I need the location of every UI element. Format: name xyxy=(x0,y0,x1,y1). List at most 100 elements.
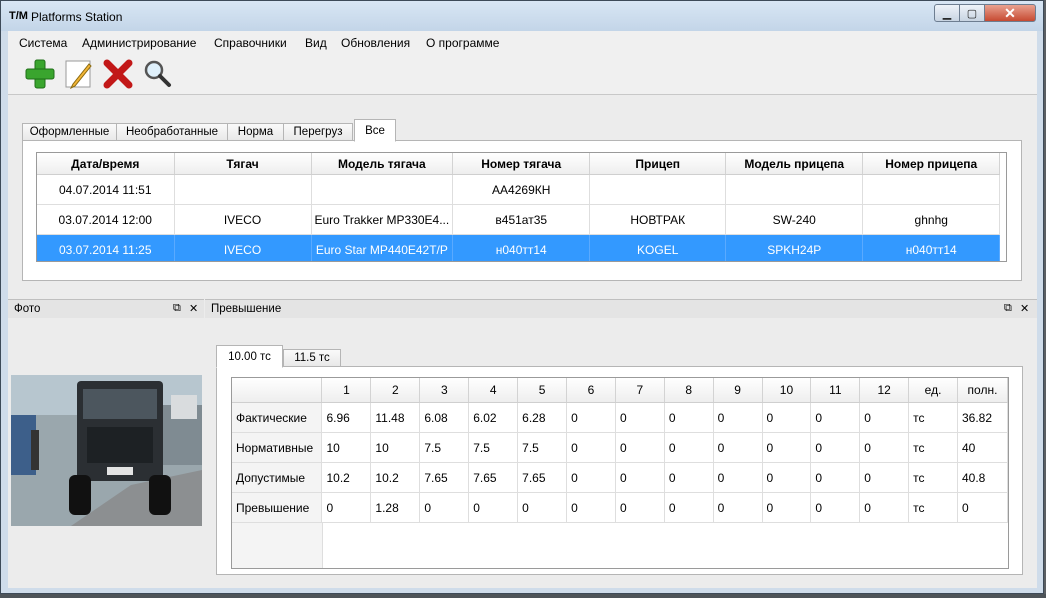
table-row[interactable]: 03.07.2014 11:25 IVECO Euro Star MP440E42T… xyxy=(37,234,1001,261)
close-icon[interactable]: ✕ xyxy=(189,302,198,315)
table-row[interactable]: 03.07.2014 12:00 IVECO Euro Trakker MP330E… xyxy=(37,204,1001,235)
column-header[interactable]: 4 xyxy=(468,378,519,403)
column-header[interactable]: 5 xyxy=(517,378,568,403)
table-row[interactable]: Превышение 0 1.28 0 0 0 0 0 0 0 0 0 0 тс 0 xyxy=(232,492,1008,523)
table-cell: 6.28 xyxy=(517,402,568,433)
menu-system[interactable]: Система xyxy=(19,36,67,50)
column-header[interactable]: 8 xyxy=(664,378,714,403)
column-header[interactable]: 9 xyxy=(713,378,763,403)
table-cell: 6.96 xyxy=(321,402,372,433)
table-cell: 7.65 xyxy=(468,462,519,493)
records-table: Дата/время Тягач Модель тягача Номер тягача… xyxy=(37,153,1001,261)
maximize-button[interactable]: ▢ xyxy=(959,4,985,22)
column-header[interactable]: Модель прицепа xyxy=(725,153,864,175)
delete-button[interactable] xyxy=(102,58,134,90)
toolbar xyxy=(8,54,1037,95)
tab-axle-10[interactable]: 10.00 тс xyxy=(216,345,283,368)
table-row[interactable]: Допустимые 10.2 10.2 7.65 7.65 7.65 0 0 0 0 0 0 0 тс 4… xyxy=(232,462,1008,493)
table-cell: 0 xyxy=(419,492,470,523)
column-header[interactable]: 12 xyxy=(859,378,910,403)
close-icon: ✕ xyxy=(1004,4,1016,21)
menu-updates[interactable]: Обновления xyxy=(341,36,410,50)
measures-table: 1 2 3 4 5 6 7 8 9 10 11 12 ед. полн. Фактические 6.96 1… xyxy=(232,378,1008,523)
table-cell xyxy=(725,174,864,205)
column-header[interactable]: 10 xyxy=(762,378,812,403)
table-cell: 6.08 xyxy=(419,402,470,433)
undock-icon[interactable]: ⧉ xyxy=(173,302,181,315)
tab-processed[interactable]: Оформленные xyxy=(22,123,117,141)
column-header[interactable] xyxy=(232,378,323,403)
menu-administration[interactable]: Администрирование xyxy=(82,36,196,50)
table-cell: 40 xyxy=(957,432,1008,463)
add-button[interactable] xyxy=(24,58,56,90)
table-cell: 0 xyxy=(810,432,861,463)
menu-view[interactable]: Вид xyxy=(305,36,327,50)
column-header[interactable]: полн. xyxy=(957,378,1008,403)
photo-dock-header: Фото ⧉ ✕ xyxy=(8,299,204,318)
menu-references[interactable]: Справочники xyxy=(214,36,287,50)
table-cell: 0 xyxy=(859,462,910,493)
tab-norm[interactable]: Норма xyxy=(227,123,284,141)
table-row[interactable]: Фактические 6.96 11.48 6.08 6.02 6.28 0 0 0 0 0 0 0 т… xyxy=(232,402,1008,433)
column-header[interactable]: 3 xyxy=(419,378,470,403)
table-cell: 03.07.2014 11:25 xyxy=(37,234,175,261)
minimize-icon: ▁ xyxy=(942,7,952,20)
table-cell xyxy=(311,174,454,205)
table-cell: 7.5 xyxy=(468,432,519,463)
table-cell: тс xyxy=(908,462,958,493)
table-cell: 0 xyxy=(615,492,665,523)
search-icon xyxy=(144,60,171,87)
table-row[interactable]: Нормативные 10 10 7.5 7.5 7.5 0 0 0 0 0 0 0 тс 40 xyxy=(232,432,1008,463)
table-cell: 0 xyxy=(762,402,812,433)
column-header[interactable]: 11 xyxy=(810,378,861,403)
table-cell: 04.07.2014 11:51 xyxy=(37,174,175,205)
minimize-button[interactable]: ▁ xyxy=(934,4,960,22)
records-panel: Оформленные Необработанные Норма Перегру… xyxy=(22,119,1022,281)
records-grid: Дата/время Тягач Модель тягача Номер тягача… xyxy=(36,152,1007,262)
column-header[interactable]: ед. xyxy=(908,378,958,403)
column-header[interactable]: Номер тягача xyxy=(452,153,591,175)
column-header[interactable]: Тягач xyxy=(174,153,312,175)
tab-all[interactable]: Все xyxy=(354,119,396,142)
undock-icon[interactable]: ⧉ xyxy=(1004,302,1012,315)
table-cell: 0 xyxy=(468,492,519,523)
column-header[interactable]: 1 xyxy=(321,378,372,403)
table-cell: 0 xyxy=(664,402,714,433)
tab-axle-11-5[interactable]: 11.5 тс xyxy=(283,349,341,367)
add-icon xyxy=(25,59,55,89)
table-cell: 10 xyxy=(321,432,372,463)
column-header[interactable]: 7 xyxy=(615,378,665,403)
photo-dock-title: Фото xyxy=(14,303,41,315)
close-icon[interactable]: ✕ xyxy=(1020,302,1029,315)
table-cell: 1.28 xyxy=(370,492,421,523)
tab-unprocessed[interactable]: Необработанные xyxy=(116,123,228,141)
table-cell: 0 xyxy=(664,462,714,493)
column-header[interactable]: Модель тягача xyxy=(311,153,454,175)
table-cell xyxy=(589,174,727,205)
table-cell: 7.5 xyxy=(419,432,470,463)
table-cell: 11.48 xyxy=(370,402,421,433)
search-button[interactable] xyxy=(141,58,173,90)
table-cell: 0 xyxy=(664,432,714,463)
column-header[interactable]: Дата/время xyxy=(37,153,175,175)
table-cell: 7.5 xyxy=(517,432,568,463)
column-header[interactable]: 2 xyxy=(370,378,421,403)
row-header: Нормативные xyxy=(232,432,323,463)
edit-button[interactable] xyxy=(63,58,95,90)
row-header: Превышение xyxy=(232,492,323,523)
column-header[interactable]: Номер прицепа xyxy=(862,153,1001,175)
table-cell: 0 xyxy=(957,492,1008,523)
column-header[interactable]: Прицеп xyxy=(589,153,727,175)
tab-overload[interactable]: Перегруз xyxy=(283,123,353,141)
table-row[interactable]: 04.07.2014 11:51 АА4269КН xyxy=(37,174,1001,205)
row-header-filler xyxy=(232,523,323,568)
close-window-button[interactable]: ✕ xyxy=(984,4,1036,22)
table-cell: 0 xyxy=(762,492,812,523)
menu-about[interactable]: О программе xyxy=(426,36,499,50)
table-cell: 36.82 xyxy=(957,402,1008,433)
table-cell: н040тт14 xyxy=(862,234,1001,261)
title-bar[interactable]: T/M Platforms Station ▁ ▢ ✕ xyxy=(1,1,1043,31)
truck-photo-image xyxy=(11,375,202,526)
table-cell: 0 xyxy=(566,492,616,523)
column-header[interactable]: 6 xyxy=(566,378,616,403)
